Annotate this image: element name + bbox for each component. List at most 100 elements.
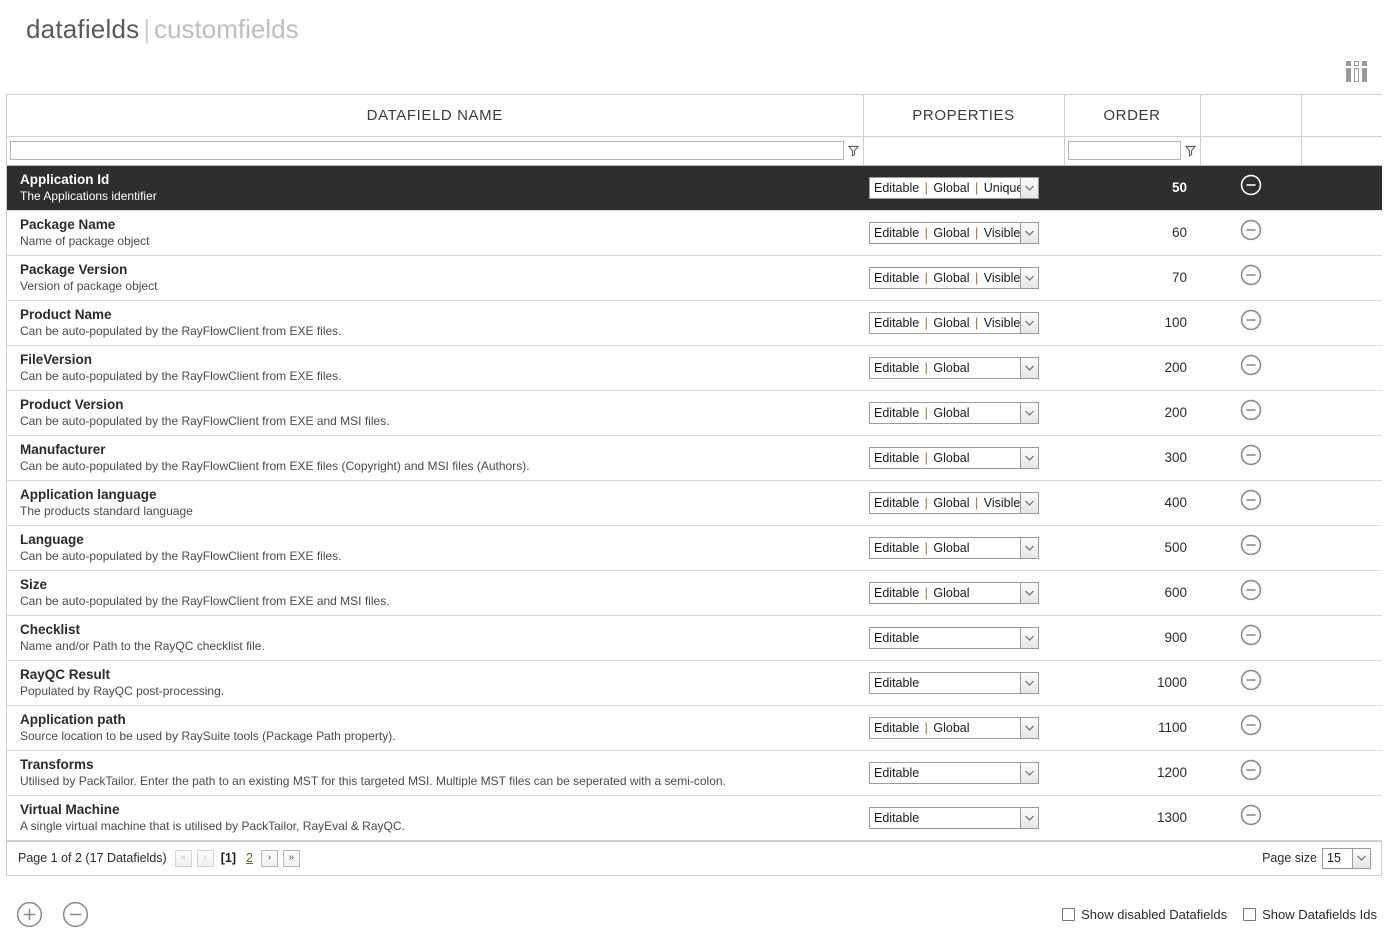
properties-select[interactable]: Editable | Global — [869, 537, 1039, 559]
chevron-down-icon-properties[interactable] — [1020, 718, 1038, 738]
properties-select[interactable]: Editable | Global — [869, 447, 1039, 469]
properties-value: Editable — [870, 673, 1020, 693]
table-row[interactable]: ManufacturerCan be auto-populated by the… — [7, 435, 1382, 480]
row-action-cell — [1200, 615, 1301, 660]
chevron-down-icon-properties[interactable] — [1020, 178, 1038, 198]
datafield-name-cell: Product NameCan be auto-populated by the… — [7, 300, 863, 345]
filter-funnel-icon-order[interactable] — [1184, 144, 1197, 158]
properties-select[interactable]: Editable | Global — [869, 717, 1039, 739]
table-row[interactable]: Product VersionCan be auto-populated by … — [7, 390, 1382, 435]
show-datafields-ids-checkbox[interactable] — [1243, 908, 1256, 921]
chevron-down-icon-properties[interactable] — [1020, 403, 1038, 423]
properties-value: Editable | Global — [870, 583, 1020, 603]
remove-circle-icon[interactable] — [1240, 804, 1262, 826]
column-header-datafield-name[interactable]: DATAFIELD NAME — [7, 95, 863, 136]
remove-circle-icon[interactable] — [1240, 174, 1262, 196]
datafield-name: Language — [20, 532, 863, 548]
order-cell: 200 — [1064, 345, 1200, 390]
properties-select[interactable]: Editable | Global | Visible — [869, 267, 1039, 289]
pager-last-button[interactable]: » — [283, 850, 300, 867]
chevron-down-icon-properties[interactable] — [1020, 763, 1038, 783]
properties-select[interactable]: Editable | Global | Unique — [869, 177, 1039, 199]
table-row[interactable]: ChecklistName and/or Path to the RayQC c… — [7, 615, 1382, 660]
row-action-cell-extra — [1301, 435, 1382, 480]
remove-circle-icon[interactable] — [1240, 219, 1262, 241]
table-row[interactable]: Virtual MachineA single virtual machine … — [7, 795, 1382, 840]
chevron-down-icon-properties[interactable] — [1020, 673, 1038, 693]
properties-select[interactable]: Editable | Global — [869, 402, 1039, 424]
remove-circle-icon[interactable] — [1240, 354, 1262, 376]
remove-circle-icon[interactable] — [1240, 444, 1262, 466]
datafield-name-cell: Virtual MachineA single virtual machine … — [7, 795, 863, 840]
remove-circle-icon[interactable] — [1240, 714, 1262, 736]
row-action-cell-extra — [1301, 615, 1382, 660]
remove-circle-icon[interactable] — [1240, 309, 1262, 331]
chevron-down-icon-properties[interactable] — [1020, 493, 1038, 513]
row-action-cell-extra — [1301, 750, 1382, 795]
datafield-name-cell: Application languageThe products standar… — [7, 480, 863, 525]
properties-select[interactable]: Editable — [869, 762, 1039, 784]
table-row[interactable]: Application IdThe Applications identifie… — [7, 165, 1382, 210]
filter-funnel-icon-name[interactable] — [847, 144, 860, 158]
order-cell: 200 — [1064, 390, 1200, 435]
pager-prev-button[interactable]: ‹ — [197, 850, 214, 867]
properties-select[interactable]: Editable | Global | Visible — [869, 312, 1039, 334]
filter-cell-order — [1064, 136, 1200, 165]
properties-select[interactable]: Editable | Global | Visible — [869, 222, 1039, 244]
show-datafields-ids-checkbox-group[interactable]: Show Datafields Ids — [1243, 907, 1377, 922]
add-circle-icon[interactable] — [16, 901, 43, 928]
chevron-down-icon-properties[interactable] — [1020, 538, 1038, 558]
properties-select[interactable]: Editable | Global — [869, 582, 1039, 604]
chevron-down-icon-properties[interactable] — [1020, 313, 1038, 333]
properties-select[interactable]: Editable | Global | Visible — [869, 492, 1039, 514]
remove-circle-icon[interactable] — [1240, 489, 1262, 511]
chevron-down-icon-properties[interactable] — [1020, 808, 1038, 828]
show-disabled-datafields-checkbox-group[interactable]: Show disabled Datafields — [1062, 907, 1227, 922]
table-row[interactable]: FileVersionCan be auto-populated by the … — [7, 345, 1382, 390]
row-action-cell-extra — [1301, 300, 1382, 345]
chevron-down-icon-properties[interactable] — [1020, 268, 1038, 288]
datafield-name: Size — [20, 577, 863, 593]
table-row[interactable]: Application pathSource location to be us… — [7, 705, 1382, 750]
pager-page-2-link[interactable]: 2 — [243, 851, 256, 865]
table-row[interactable]: Product NameCan be auto-populated by the… — [7, 300, 1382, 345]
chevron-down-icon-properties[interactable] — [1020, 448, 1038, 468]
pager-first-button[interactable]: « — [175, 850, 192, 867]
row-action-cell-extra — [1301, 660, 1382, 705]
chevron-down-icon-properties[interactable] — [1020, 583, 1038, 603]
remove-circle-icon[interactable] — [1240, 669, 1262, 691]
table-row[interactable]: Package VersionVersion of package object… — [7, 255, 1382, 300]
column-chooser-icon[interactable] — [1344, 61, 1368, 85]
remove-circle-icon[interactable] — [1240, 759, 1262, 781]
remove-circle-icon-bottom[interactable] — [62, 901, 89, 928]
table-row[interactable]: LanguageCan be auto-populated by the Ray… — [7, 525, 1382, 570]
remove-circle-icon[interactable] — [1240, 534, 1262, 556]
remove-circle-icon[interactable] — [1240, 579, 1262, 601]
remove-circle-icon[interactable] — [1240, 264, 1262, 286]
properties-select[interactable]: Editable — [869, 627, 1039, 649]
table-row[interactable]: TransformsUtilised by PackTailor. Enter … — [7, 750, 1382, 795]
chevron-down-icon-properties[interactable] — [1020, 223, 1038, 243]
table-row[interactable]: Package NameName of package objectEditab… — [7, 210, 1382, 255]
remove-circle-icon[interactable] — [1240, 624, 1262, 646]
order-filter-input[interactable] — [1068, 141, 1181, 160]
page-size-select[interactable]: 15 — [1322, 848, 1371, 869]
remove-circle-icon[interactable] — [1240, 399, 1262, 421]
datafield-name: Package Name — [20, 217, 863, 233]
name-filter-input[interactable] — [10, 141, 844, 160]
filter-cell-name — [7, 136, 863, 165]
chevron-down-icon-properties[interactable] — [1020, 358, 1038, 378]
column-header-order[interactable]: ORDER — [1064, 95, 1200, 136]
chevron-down-icon-pagesize[interactable] — [1352, 849, 1370, 868]
table-row[interactable]: RayQC ResultPopulated by RayQC post-proc… — [7, 660, 1382, 705]
properties-select[interactable]: Editable — [869, 807, 1039, 829]
column-header-properties[interactable]: PROPERTIES — [863, 95, 1064, 136]
pager-next-button[interactable]: › — [261, 850, 278, 867]
table-row[interactable]: Application languageThe products standar… — [7, 480, 1382, 525]
properties-select[interactable]: Editable | Global — [869, 357, 1039, 379]
show-disabled-datafields-checkbox[interactable] — [1062, 908, 1075, 921]
properties-select[interactable]: Editable — [869, 672, 1039, 694]
chevron-down-icon-properties[interactable] — [1020, 628, 1038, 648]
table-header-row: DATAFIELD NAME PROPERTIES ORDER — [7, 95, 1382, 136]
table-row[interactable]: SizeCan be auto-populated by the RayFlow… — [7, 570, 1382, 615]
